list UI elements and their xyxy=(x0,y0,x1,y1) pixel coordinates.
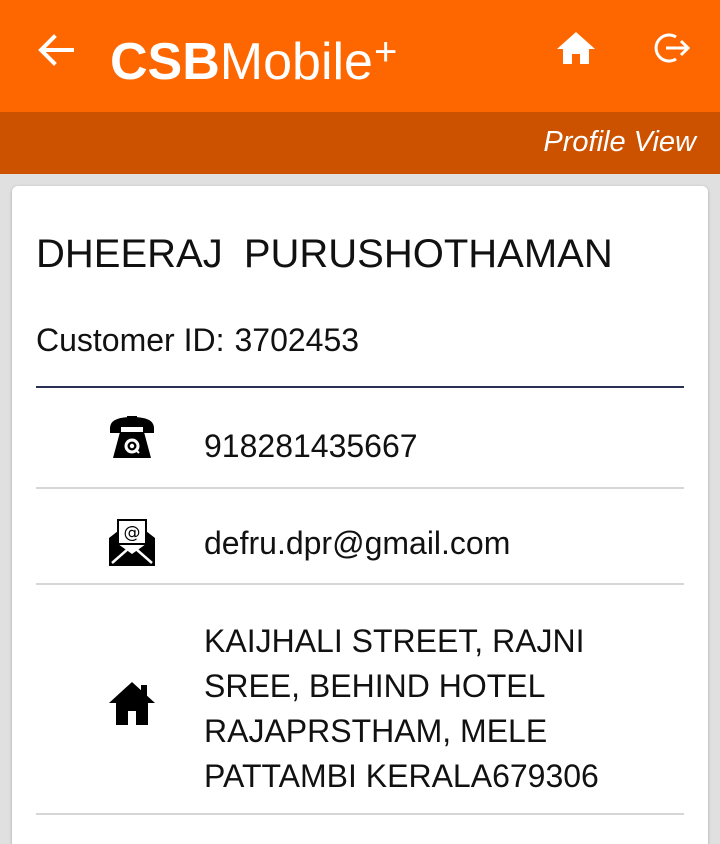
back-button[interactable] xyxy=(30,26,82,74)
customer-name: DHEERAJ PURUSHOTHAMAN xyxy=(36,232,613,276)
home-icon xyxy=(557,32,595,64)
logo-bold-text: CSB xyxy=(110,33,220,91)
page-title: Profile View xyxy=(543,126,696,158)
telephone-icon xyxy=(106,412,158,464)
logout-icon xyxy=(654,33,691,63)
email-address: defru.dpr@gmail.com xyxy=(204,525,511,561)
logo-plus-text: + xyxy=(373,30,398,74)
email-row: @ defru.dpr@gmail.com xyxy=(36,489,684,585)
row-divider xyxy=(36,813,684,815)
home-button[interactable] xyxy=(552,26,600,70)
logout-button[interactable] xyxy=(648,26,696,70)
logo-light-text: Mobile xyxy=(219,33,373,91)
customer-id-label: Customer ID: xyxy=(36,322,225,358)
home-icon xyxy=(106,677,158,729)
phone-number: 918281435667 xyxy=(204,428,418,464)
email-icon: @ xyxy=(106,517,158,569)
arrow-left-icon xyxy=(38,34,74,66)
profile-card: DHEERAJ PURUSHOTHAMAN Customer ID: 370245… xyxy=(12,186,708,844)
svg-text:@: @ xyxy=(124,523,141,543)
sub-header: Profile View xyxy=(0,112,720,174)
app-logo: CSBMobile+ xyxy=(110,22,398,91)
address-row: KAIJHALI STREET, RAJNI SREE, BEHIND HOTE… xyxy=(36,585,684,815)
app-header: CSBMobile+ xyxy=(0,0,720,112)
customer-id-line: Customer ID: 3702453 xyxy=(36,322,359,359)
customer-id-value: 3702453 xyxy=(234,322,360,358)
postal-address: KAIJHALI STREET, RAJNI SREE, BEHIND HOTE… xyxy=(204,623,599,794)
phone-row: 918281435667 xyxy=(36,388,684,489)
